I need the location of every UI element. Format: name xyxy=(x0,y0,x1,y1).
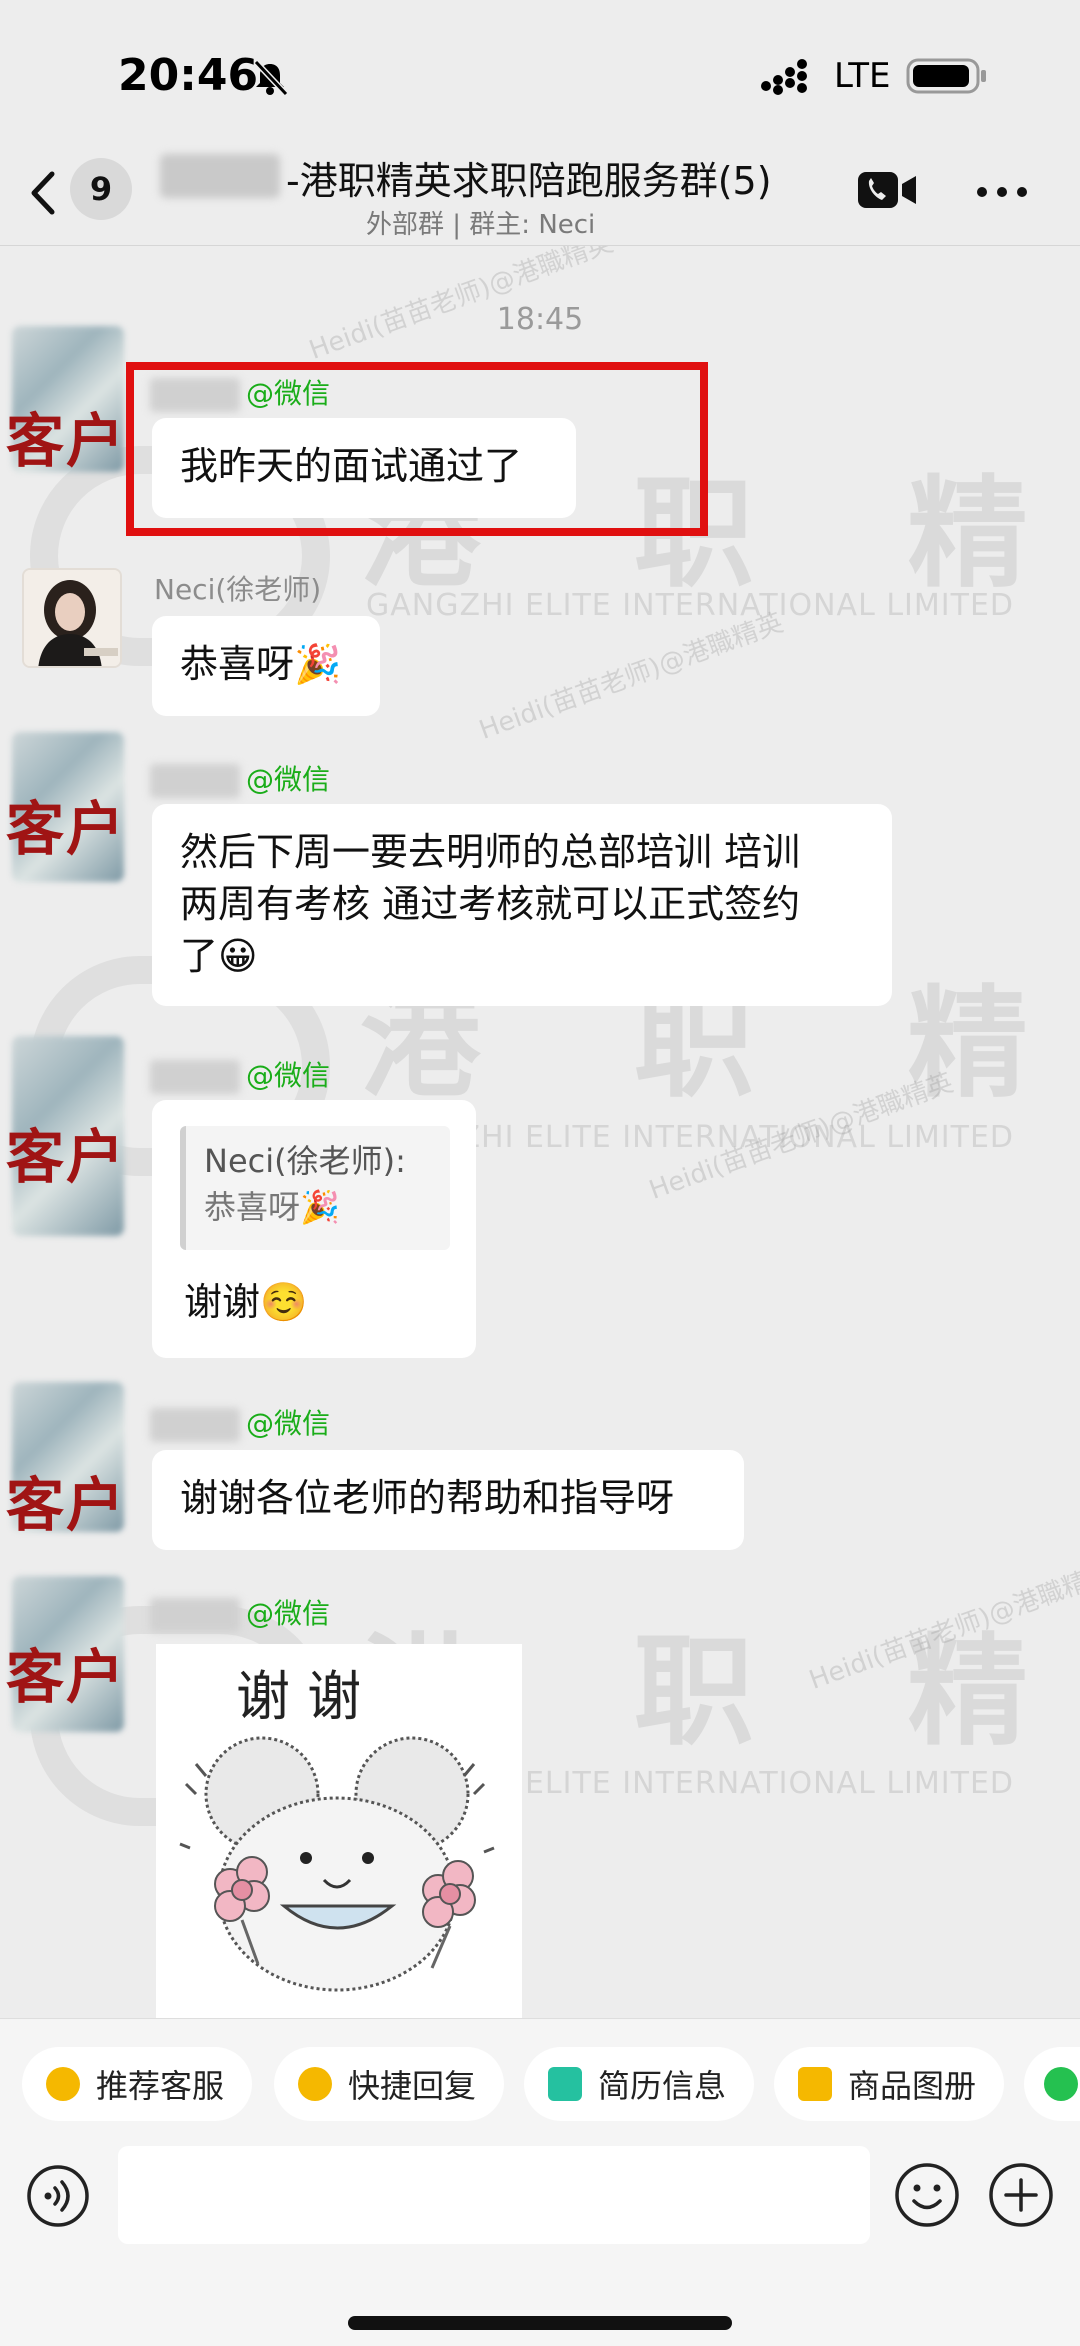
client-label: 客户 xyxy=(6,1643,127,1711)
bear-sticker-icon xyxy=(179,1736,495,1992)
chat-subtitle: 外部群 | 群主: Neci xyxy=(366,210,596,240)
avatar[interactable] xyxy=(22,568,122,668)
chip-label: 商品图册 xyxy=(848,2067,977,2105)
status-time: 20:46 xyxy=(118,50,259,101)
sender-name: Neci(徐老师) xyxy=(154,573,322,606)
sender-name: @微信 xyxy=(246,1407,331,1440)
home-indicator xyxy=(348,2316,732,2330)
blurred-sender-name xyxy=(150,764,240,798)
message-bubble[interactable]: 谢谢各位老师的帮助和指导呀 xyxy=(152,1450,744,1550)
client-label: 客户 xyxy=(6,1123,127,1191)
recommend-service-chip[interactable]: 推荐客服 xyxy=(22,2047,253,2121)
client-label: 客户 xyxy=(6,407,127,475)
smiley-icon[interactable] xyxy=(894,2162,960,2228)
blurred-sender-name xyxy=(150,1408,240,1442)
video-camera-icon[interactable] xyxy=(856,166,918,214)
message-input-bar xyxy=(0,2146,1080,2346)
message-bubble[interactable]: 恭喜呀🎉 xyxy=(152,616,380,716)
resume-info-chip[interactable]: 简历信息 xyxy=(524,2047,755,2121)
quoted-sender-name: Neci(徐老师): xyxy=(204,1142,406,1180)
quoted-message[interactable]: Neci(徐老师): 恭喜呀🎉 xyxy=(180,1126,450,1250)
quoted-text: 恭喜呀🎉 xyxy=(204,1188,340,1226)
sender-name: @微信 xyxy=(246,763,331,796)
bell-slash-icon xyxy=(253,59,289,97)
client-label: 客户 xyxy=(6,795,127,863)
battery-icon xyxy=(906,58,986,94)
person-avatar-icon xyxy=(24,570,120,666)
resume-icon xyxy=(548,2067,582,2101)
plus-icon[interactable] xyxy=(988,2162,1054,2228)
watermark-tag: Heidi(苗苗老师)@港職精英 xyxy=(645,1067,958,1206)
chip-label: 快捷回复 xyxy=(348,2067,477,2105)
unread-count-badge[interactable]: 9 xyxy=(70,158,132,220)
message-text-line: 两周有考核 通过考核就可以正式签约 xyxy=(180,882,801,926)
blurred-group-name xyxy=(160,154,280,198)
chip-label: 推荐客服 xyxy=(96,2067,225,2105)
quick-reply-chip[interactable]: 快捷回复 xyxy=(274,2047,505,2121)
message-bubble[interactable]: 然后下周一要去明师的总部培训 培训 两周有考核 通过考核就可以正式签约 了😀 xyxy=(152,804,892,1006)
highlight-annotation-box xyxy=(126,362,708,536)
chat-header: 9 -港职精英求职陪跑服务群(5) 外部群 | 群主: Neci xyxy=(0,140,1080,246)
message-icon xyxy=(298,2067,332,2101)
blurred-sender-name xyxy=(150,1060,240,1094)
product-catalog-chip[interactable]: 商品图册 xyxy=(774,2047,1005,2121)
cellular-signal-icon xyxy=(761,59,807,95)
sender-name: @微信 xyxy=(246,1059,331,1092)
message-text-line: 然后下周一要去明师的总部培训 培训 xyxy=(180,830,801,874)
more-actions-chip[interactable] xyxy=(1024,2047,1080,2121)
user-icon xyxy=(1044,2067,1078,2101)
ellipsis-icon[interactable] xyxy=(974,182,1030,202)
message-text: 谢谢☺️ xyxy=(184,1280,308,1324)
quick-action-bar[interactable]: 推荐客服 快捷回复 简历信息 商品图册 xyxy=(0,2018,1080,2146)
chevron-left-icon[interactable] xyxy=(24,166,60,220)
client-label: 客户 xyxy=(6,1471,127,1539)
message-text: 谢谢各位老师的帮助和指导呀 xyxy=(180,1476,675,1520)
chat-message-list[interactable]: 港 职 精 英 GANGZHI ELITE INTERNATIONAL LIMI… xyxy=(0,246,1080,2018)
chip-label: 简历信息 xyxy=(598,2067,727,2105)
message-text: 恭喜呀🎉 xyxy=(180,642,342,686)
document-icon xyxy=(798,2067,832,2101)
chat-title[interactable]: -港职精英求职陪跑服务群(5) xyxy=(286,150,772,205)
watermark-brand-en: GANGZHI ELITE INTERNATIONAL LIMITED xyxy=(366,588,1015,623)
message-text-line: 了😀 xyxy=(180,934,258,978)
chat-bubble-icon xyxy=(46,2067,80,2101)
watermark-tag: Heidi(苗苗老师)@港職精英 xyxy=(805,1557,1080,1696)
time-divider: 18:45 xyxy=(496,302,584,337)
watermark-tag: Heidi(苗苗老师)@港職精英 xyxy=(475,607,788,746)
status-bar: 20:46 LTE xyxy=(0,0,1080,150)
sticker-image[interactable]: 谢 谢 xyxy=(156,1644,522,2018)
sender-name: @微信 xyxy=(246,1597,331,1630)
network-label: LTE xyxy=(834,56,891,96)
voice-icon[interactable] xyxy=(26,2164,90,2228)
blurred-sender-name xyxy=(150,1598,240,1632)
message-input[interactable] xyxy=(118,2146,870,2244)
